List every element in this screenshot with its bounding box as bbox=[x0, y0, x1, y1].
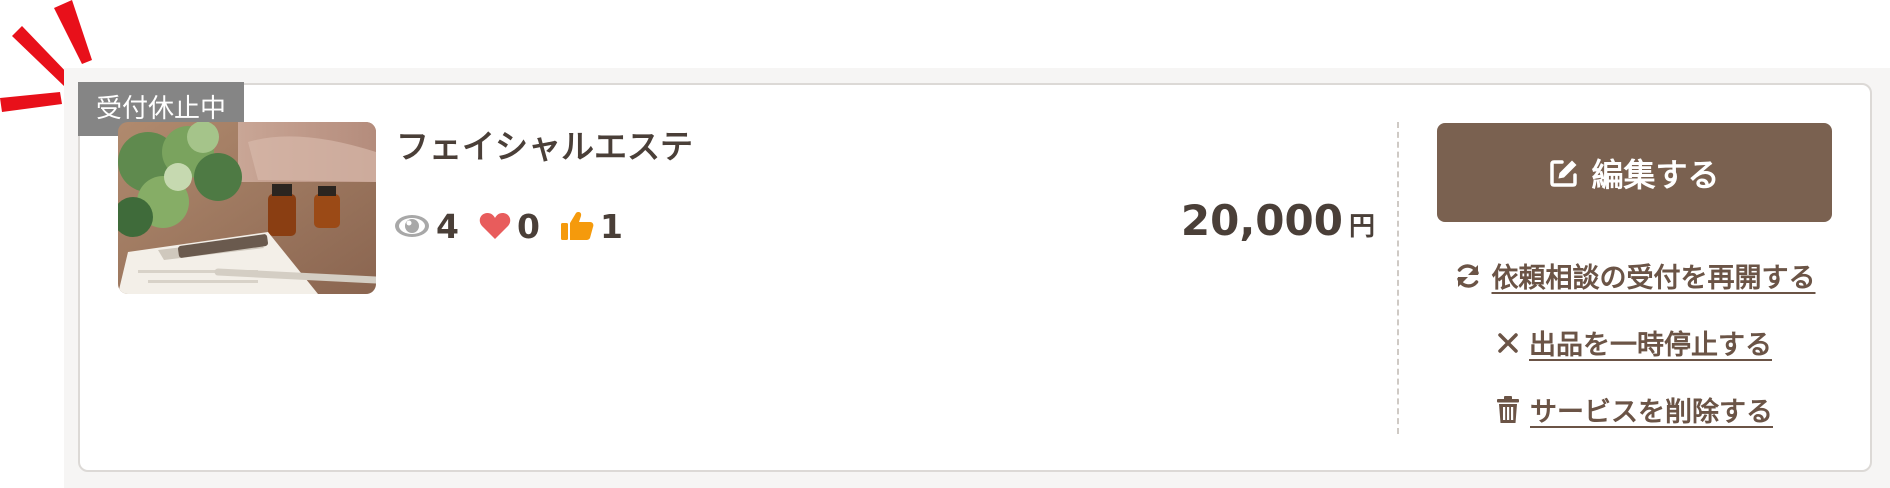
pause-listing-link[interactable]: 出品を一時停止する bbox=[1437, 323, 1832, 362]
delete-service-link[interactable]: サービスを削除する bbox=[1437, 390, 1832, 429]
eye-icon bbox=[395, 215, 429, 237]
heart-icon bbox=[479, 213, 511, 239]
resume-orders-label: 依頼相談の受付を再開する bbox=[1491, 263, 1816, 294]
service-thumbnail[interactable] bbox=[118, 122, 376, 294]
trash-icon bbox=[1496, 395, 1520, 424]
price-unit: 円 bbox=[1348, 212, 1375, 242]
edit-icon bbox=[1550, 159, 1578, 187]
edit-button-label: 編集する bbox=[1591, 155, 1720, 194]
views-count: 4 bbox=[436, 206, 459, 246]
spa-photo-image bbox=[118, 122, 376, 294]
page: 受付休止中 フェイシャルエステ 4 0 1 20,000 円 編集する 依頼相談… bbox=[0, 0, 1890, 488]
favorites-stat: 0 bbox=[479, 207, 540, 246]
likes-count: 1 bbox=[599, 206, 623, 246]
close-icon bbox=[1497, 332, 1519, 354]
price: 20,000 円 bbox=[1181, 196, 1375, 245]
pause-listing-label: 出品を一時停止する bbox=[1529, 330, 1772, 361]
favorites-count: 0 bbox=[516, 206, 540, 246]
edit-button[interactable]: 編集する bbox=[1437, 123, 1832, 222]
actions-divider bbox=[1397, 122, 1399, 434]
views-stat: 4 bbox=[394, 207, 459, 246]
likes-stat: 1 bbox=[560, 207, 623, 246]
service-stats: 4 0 1 bbox=[394, 206, 643, 246]
service-title[interactable]: フェイシャルエステ bbox=[396, 120, 693, 168]
delete-service-label: サービスを削除する bbox=[1530, 397, 1773, 428]
thumbs-up-icon bbox=[560, 212, 594, 240]
refresh-icon bbox=[1454, 262, 1482, 290]
resume-orders-link[interactable]: 依頼相談の受付を再開する bbox=[1437, 256, 1832, 295]
price-value: 20,000 bbox=[1180, 196, 1343, 245]
